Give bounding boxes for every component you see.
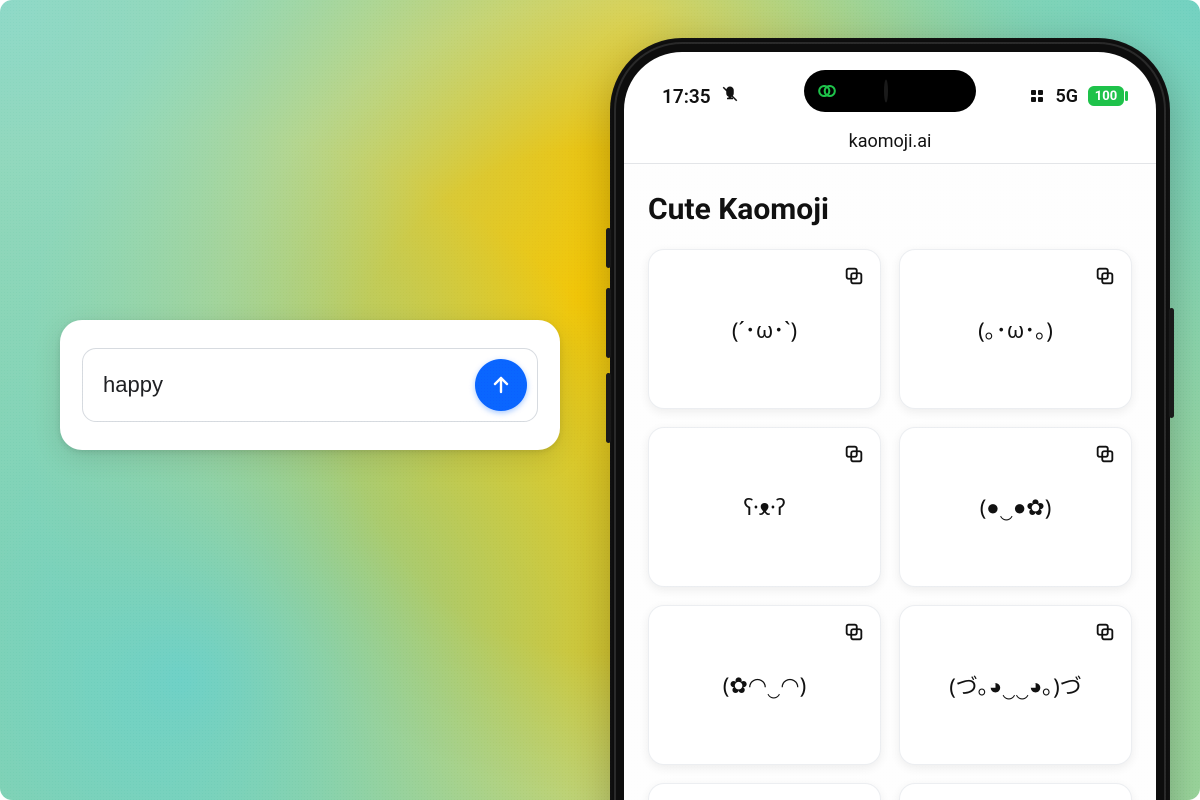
kaomoji-card[interactable]: (´･ω･`) — [648, 249, 881, 409]
copy-button[interactable] — [840, 440, 868, 468]
phone-frame: 17:35 5G 100 kaomoji.ai — [610, 38, 1170, 800]
copy-icon — [843, 265, 865, 287]
kaomoji-text: (｡･ω･｡) — [978, 313, 1053, 345]
page-content: Cute Kaomoji (´･ω･`) (｡･ω･｡) — [624, 164, 1156, 800]
kaomoji-card[interactable] — [648, 783, 881, 800]
phone-screen: 17:35 5G 100 kaomoji.ai — [624, 52, 1156, 800]
copy-button[interactable] — [1091, 796, 1119, 800]
submit-button[interactable] — [475, 359, 527, 411]
kaomoji-card[interactable]: (✿◠‿◠) — [648, 605, 881, 765]
kaomoji-text: (✿◠‿◠) — [723, 670, 806, 700]
copy-icon — [843, 443, 865, 465]
kaomoji-text: (´･ω･`) — [732, 313, 797, 345]
kaomoji-text: (●‿●✿) — [980, 492, 1052, 522]
kaomoji-card[interactable]: (づ｡◕‿‿◕｡)づ — [899, 605, 1132, 765]
kaomoji-card[interactable]: (●‿●✿) — [899, 427, 1132, 587]
search-input[interactable] — [103, 372, 475, 398]
dynamic-island — [804, 70, 976, 112]
page-title: Cute Kaomoji — [648, 192, 1132, 227]
arrow-up-icon — [489, 373, 513, 397]
copy-icon — [1094, 265, 1116, 287]
kaomoji-card[interactable]: ʕ·ᴥ·ʔ — [648, 427, 881, 587]
copy-button[interactable] — [1091, 618, 1119, 646]
status-time: 17:35 — [662, 85, 711, 108]
mute-icon — [721, 85, 739, 108]
camera-icon — [884, 80, 888, 103]
copy-icon — [843, 621, 865, 643]
url-text: kaomoji.ai — [849, 131, 932, 152]
url-bar[interactable]: kaomoji.ai — [624, 120, 1156, 164]
kaomoji-card[interactable]: (｡･ω･｡) — [899, 249, 1132, 409]
phone-side-button — [606, 373, 611, 443]
copy-icon — [1094, 443, 1116, 465]
copy-button[interactable] — [840, 796, 868, 800]
copy-button[interactable] — [840, 618, 868, 646]
kaomoji-text: (づ｡◕‿‿◕｡)づ — [949, 669, 1082, 701]
copy-icon — [1094, 621, 1116, 643]
link-ring-icon — [816, 80, 838, 102]
copy-button[interactable] — [1091, 262, 1119, 290]
copy-button[interactable] — [1091, 440, 1119, 468]
stage: 17:35 5G 100 kaomoji.ai — [0, 0, 1200, 800]
battery-indicator: 100 — [1088, 86, 1124, 106]
signal-icon — [1031, 90, 1043, 102]
kaomoji-grid: (´･ω･`) (｡･ω･｡) ʕ·ᴥ·ʔ — [648, 249, 1132, 800]
phone-side-button — [606, 288, 611, 358]
search-card — [60, 320, 560, 450]
network-label: 5G — [1055, 86, 1078, 107]
phone-side-button — [606, 228, 611, 268]
kaomoji-text: ʕ·ᴥ·ʔ — [744, 492, 786, 522]
phone-side-button — [1169, 308, 1174, 418]
search-field[interactable] — [82, 348, 538, 422]
kaomoji-card[interactable] — [899, 783, 1132, 800]
copy-button[interactable] — [840, 262, 868, 290]
